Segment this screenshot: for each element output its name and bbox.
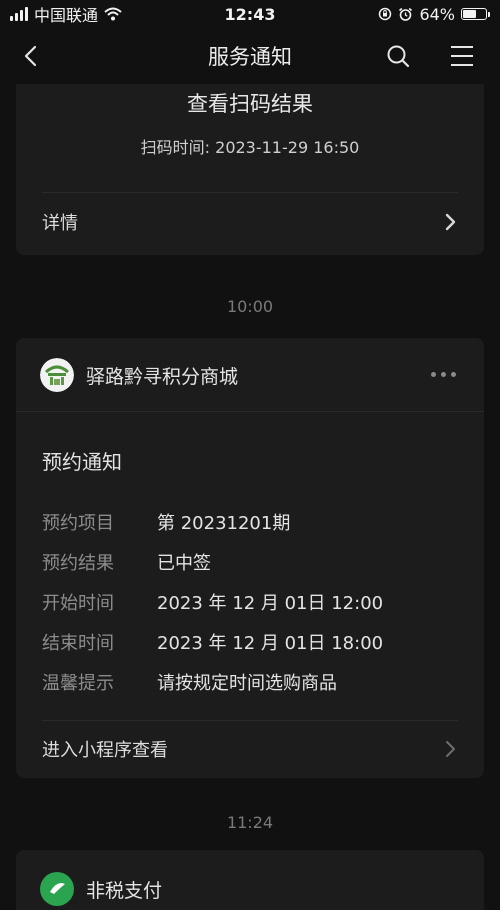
wifi-icon bbox=[104, 7, 122, 21]
field-row: 预约结果 已中签 bbox=[42, 542, 383, 582]
field-label: 预约结果 bbox=[42, 553, 114, 574]
signal-icon bbox=[10, 7, 28, 21]
chevron-right-icon bbox=[446, 741, 455, 757]
field-value: 第 20231201期 bbox=[157, 513, 291, 534]
time-separator: 10:00 bbox=[226, 297, 274, 316]
battery-icon bbox=[461, 8, 490, 20]
menu-icon[interactable] bbox=[448, 42, 476, 70]
battery-percent: 64% bbox=[419, 4, 455, 24]
payment-card[interactable]: 非税支付 bbox=[16, 850, 484, 910]
field-value: 请按规定时间选购商品 bbox=[157, 673, 337, 694]
page-title: 服务通知 bbox=[208, 45, 292, 69]
nav-bar: 服务通知 bbox=[0, 28, 500, 84]
field-value: 2023 年 12 月 01日 18:00 bbox=[157, 633, 384, 654]
details-label: 详情 bbox=[42, 213, 78, 234]
scan-time: 扫码时间: 2023-11-29 16:50 bbox=[140, 138, 360, 157]
open-miniprogram-link[interactable]: 进入小程序查看 bbox=[42, 732, 458, 766]
field-label: 温馨提示 bbox=[42, 673, 114, 694]
field-value: 2023 年 12 月 01日 12:00 bbox=[157, 593, 384, 614]
more-options-icon[interactable] bbox=[431, 372, 456, 377]
open-miniprogram-label: 进入小程序查看 bbox=[42, 740, 168, 761]
field-label: 开始时间 bbox=[42, 593, 114, 614]
field-row: 开始时间 2023 年 12 月 01日 12:00 bbox=[42, 582, 383, 622]
brand-header[interactable]: 驿路黔寻积分商城 bbox=[40, 358, 238, 392]
carrier-label: 中国联通 bbox=[34, 6, 99, 25]
battery-fill bbox=[463, 10, 476, 18]
alarm-icon bbox=[399, 7, 413, 21]
field-value: 已中签 bbox=[157, 553, 211, 574]
notice-title: 预约通知 bbox=[42, 450, 122, 474]
chevron-right-icon bbox=[445, 213, 456, 231]
back-arrow-icon[interactable] bbox=[18, 42, 46, 70]
divider bbox=[42, 720, 458, 721]
field-row: 结束时间 2023 年 12 月 01日 18:00 bbox=[42, 622, 383, 662]
divider bbox=[42, 192, 458, 193]
reservation-fields: 预约项目 第 20231201期 预约结果 已中签 开始时间 2023 年 12… bbox=[42, 502, 383, 702]
details-link[interactable]: 详情 bbox=[42, 206, 458, 238]
status-right: 64% bbox=[378, 5, 500, 24]
payment-name: 非税支付 bbox=[86, 879, 163, 902]
field-label: 预约项目 bbox=[42, 513, 114, 534]
brand-logo-icon bbox=[40, 358, 74, 392]
reservation-card[interactable]: 驿路黔寻积分商城 预约通知 预约项目 第 20231201期 预约结果 已中签 … bbox=[16, 338, 484, 778]
time-separator: 11:24 bbox=[226, 813, 274, 832]
field-row: 温馨提示 请按规定时间选购商品 bbox=[42, 662, 383, 702]
payment-logo-icon bbox=[40, 872, 74, 906]
field-label: 结束时间 bbox=[42, 633, 114, 654]
field-row: 预约项目 第 20231201期 bbox=[42, 502, 383, 542]
rotation-lock-icon bbox=[379, 7, 392, 21]
search-icon[interactable] bbox=[384, 42, 412, 70]
scan-result-card: 查看扫码结果 扫码时间: 2023-11-29 16:50 详情 bbox=[16, 84, 484, 255]
divider bbox=[16, 411, 484, 412]
scan-result-title: 查看扫码结果 bbox=[187, 92, 313, 116]
status-time: 12:43 bbox=[224, 4, 276, 24]
brand-name: 驿路黔寻积分商城 bbox=[86, 365, 239, 388]
payment-header[interactable]: 非税支付 bbox=[40, 872, 162, 906]
status-bar: 中国联通 12:43 64% bbox=[0, 0, 500, 28]
status-left: 中国联通 bbox=[0, 2, 122, 26]
